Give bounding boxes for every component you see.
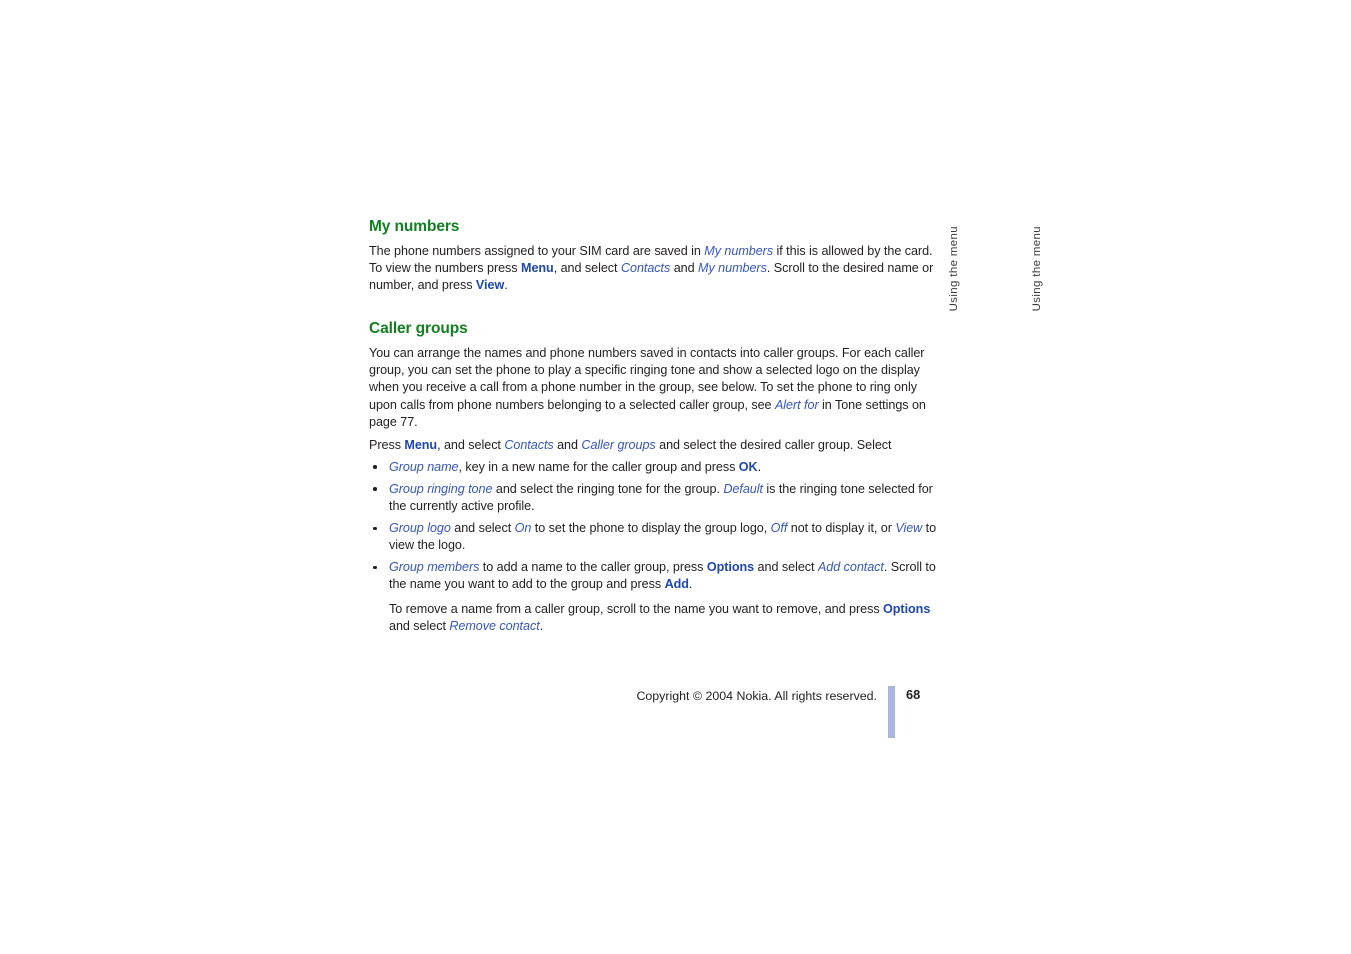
text-run: and bbox=[670, 261, 699, 276]
text-run: . bbox=[688, 577, 693, 592]
ui-key-menu: Menu bbox=[521, 261, 554, 276]
content-column: My numbers The phone numbers assigned to… bbox=[369, 218, 939, 640]
text-run: . bbox=[757, 459, 762, 474]
text-run: To remove a name from a caller group, sc… bbox=[389, 601, 884, 616]
text-run: , and select bbox=[553, 261, 621, 276]
ui-ref-alert-for: Alert for bbox=[774, 397, 819, 412]
text-run: The phone numbers assigned to your SIM c… bbox=[369, 244, 705, 258]
ui-key-view: View bbox=[475, 278, 505, 293]
ui-ref-my-numbers: My numbers bbox=[704, 244, 774, 258]
text-run: and select bbox=[389, 618, 450, 633]
text-run: and select bbox=[450, 521, 515, 536]
caller-groups-option-list: Group name, key in a new name for the ca… bbox=[369, 459, 939, 635]
ui-ref-add-contact: Add contact bbox=[817, 560, 884, 575]
bullet-dot-icon bbox=[373, 526, 377, 531]
paragraph-remove-contact-note: To remove a name from a caller group, sc… bbox=[389, 601, 939, 635]
ui-ref-caller-groups: Caller groups bbox=[581, 437, 656, 452]
text-run: , key in a new name for the caller group… bbox=[458, 459, 739, 474]
paragraph-caller-groups-intro: You can arrange the names and phone numb… bbox=[369, 345, 939, 430]
side-tab-using-the-menu-2: Using the menu bbox=[1031, 226, 1043, 312]
text-run: not to display it, or bbox=[787, 521, 896, 536]
ui-ref-group-ringing-tone: Group ringing tone bbox=[389, 481, 493, 496]
text-run: Press bbox=[369, 437, 405, 452]
text-run: and select the desired caller group. Sel… bbox=[655, 437, 892, 452]
ui-ref-view: View bbox=[895, 521, 923, 536]
ui-ref-group-name: Group name bbox=[389, 459, 459, 474]
ui-ref-on: On bbox=[514, 521, 532, 536]
text-run: to set the phone to display the group lo… bbox=[531, 521, 771, 536]
text-run: and bbox=[553, 437, 582, 452]
footer-divider-bar bbox=[888, 686, 895, 738]
ui-key-menu: Menu bbox=[404, 437, 438, 452]
copyright-notice: Copyright © 2004 Nokia. All rights reser… bbox=[636, 689, 877, 703]
page-number: 68 bbox=[906, 687, 921, 702]
list-item: Group ringing tone and select the ringin… bbox=[369, 481, 939, 515]
paragraph-caller-groups-lead: Press Menu, and select Contacts and Call… bbox=[369, 437, 939, 454]
text-run: and select bbox=[754, 560, 818, 575]
ui-ref-off: Off bbox=[770, 521, 788, 536]
text-run: . bbox=[504, 278, 508, 293]
document-page: My numbers The phone numbers assigned to… bbox=[0, 0, 1351, 954]
side-tab-using-the-menu-1: Using the menu bbox=[948, 226, 960, 312]
text-run: and select the ringing tone for the grou… bbox=[492, 481, 724, 496]
bullet-dot-icon bbox=[373, 487, 377, 492]
page-footer: Copyright © 2004 Nokia. All rights reser… bbox=[369, 686, 939, 741]
ui-key-options: Options bbox=[706, 560, 755, 575]
ui-ref-default: Default bbox=[723, 481, 763, 496]
ui-ref-group-members: Group members bbox=[389, 560, 480, 575]
bullet-dot-icon bbox=[373, 465, 377, 469]
section-heading-my-numbers: My numbers bbox=[369, 218, 460, 235]
list-item: Group members to add a name to the calle… bbox=[369, 559, 939, 634]
bullet-dot-icon bbox=[373, 565, 377, 570]
text-run: , and select bbox=[437, 437, 505, 452]
ui-ref-remove-contact: Remove contact bbox=[449, 618, 540, 633]
list-item: Group name, key in a new name for the ca… bbox=[369, 459, 939, 476]
ui-ref-group-logo: Group logo bbox=[389, 521, 451, 536]
list-item: Group logo and select On to set the phon… bbox=[369, 520, 939, 554]
text-run: . bbox=[539, 618, 544, 633]
paragraph-my-numbers: The phone numbers assigned to your SIM c… bbox=[369, 243, 939, 294]
ui-ref-my-numbers-2: My numbers bbox=[698, 261, 767, 276]
section-heading-caller-groups: Caller groups bbox=[369, 320, 468, 338]
ui-key-add: Add bbox=[664, 577, 689, 592]
ui-key-ok: OK bbox=[738, 459, 758, 474]
ui-key-options: Options bbox=[883, 601, 931, 616]
ui-ref-contacts: Contacts bbox=[620, 261, 671, 276]
text-run: to add a name to the caller group, press bbox=[479, 560, 707, 575]
ui-ref-contacts: Contacts bbox=[504, 437, 554, 452]
